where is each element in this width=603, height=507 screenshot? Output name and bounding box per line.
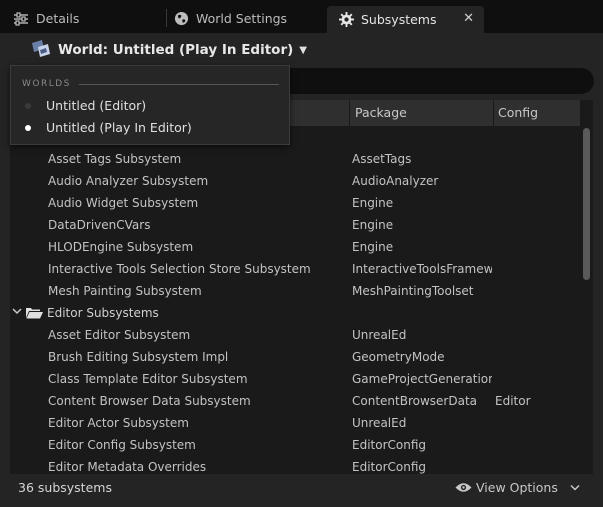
table-row[interactable]: Content Browser Data Subsystem ContentBr… [10,390,580,412]
category-row[interactable]: Editor Subsystems [10,302,580,324]
subsystem-config [495,280,575,302]
close-icon[interactable]: ✕ [463,11,474,26]
tab-subsystems[interactable]: Subsystems ✕ [327,6,484,33]
world-option-label: Untitled (Play In Editor) [46,120,192,135]
column-divider[interactable] [349,100,350,126]
tab-world-settings-label: World Settings [196,11,288,26]
tab-details-label: Details [36,11,80,26]
tab-separator [166,9,167,27]
subsystem-name: Class Template Editor Subsystem [48,372,248,386]
subsystem-package: ContentBrowserData [352,394,478,408]
subsystem-name: Audio Analyzer Subsystem [48,174,209,188]
table-row[interactable]: DataDrivenCVars Engine [10,214,580,236]
globe-icon [172,10,190,28]
subsystem-package: GameProjectGeneration [352,372,492,386]
chevron-down-icon [570,484,580,491]
table-row[interactable]: Class Template Editor Subsystem GameProj… [10,368,580,390]
subsystem-package: AssetTags [352,152,412,166]
subsystem-package: UnrealEd [352,328,407,342]
table-row[interactable]: Audio Widget Subsystem Engine [10,192,580,214]
subsystem-config [495,170,575,192]
category-label: Editor Subsystems [47,306,159,320]
subsystem-config: Editor [495,394,531,408]
subsystem-count: 36 subsystems [18,480,112,495]
table-row[interactable]: Mesh Painting Subsystem MeshPaintingTool… [10,280,580,302]
subsystem-name: Editor Metadata Overrides [48,460,207,474]
vertical-scrollbar[interactable] [583,128,590,280]
world-icon [30,39,52,62]
world-option-editor[interactable]: Untitled (Editor) [11,95,289,117]
divider [79,84,279,85]
subsystem-config [495,214,575,236]
subsystem-config [495,192,575,214]
search-input[interactable] [268,68,594,94]
subsystem-package: Engine [352,218,394,232]
worlds-dropdown: WORLDS Untitled (Editor) Untitled (Play … [10,65,290,145]
table-row[interactable]: HLODEngine Subsystem Engine [10,236,580,258]
worlds-heading: WORLDS [22,79,71,89]
table-row[interactable]: Audio Analyzer Subsystem AudioAnalyzer [10,170,580,192]
subsystem-package: EditorConfig [352,460,427,474]
folder-open-icon [26,307,43,322]
eye-icon [455,482,472,493]
radio-dot-selected-icon [25,125,31,131]
subsystem-config [495,434,575,456]
caret-down-icon: ▼ [299,44,307,56]
world-option-play-in-editor[interactable]: Untitled (Play In Editor) [11,117,289,139]
subsystem-name: Brush Editing Subsystem Impl [48,350,229,364]
column-divider[interactable] [493,100,494,126]
table-row[interactable]: Brush Editing Subsystem Impl GeometryMod… [10,346,580,368]
subsystem-name: DataDrivenCVars [48,218,151,232]
subsystem-config [495,258,575,280]
subsystem-name: Content Browser Data Subsystem [48,394,251,408]
subsystem-config [495,346,575,368]
subsystem-name: Interactive Tools Selection Store Subsys… [48,262,311,276]
subsystem-package: AudioAnalyzer [352,174,439,188]
subsystem-package: UnrealEd [352,416,407,430]
table-row[interactable]: Editor Actor Subsystem UnrealEd [10,412,580,434]
subsystem-name: Editor Actor Subsystem [48,416,189,430]
table-row[interactable]: Editor Metadata Overrides EditorConfig [10,456,580,474]
subsystem-name: Audio Widget Subsystem [48,196,199,210]
world-option-label: Untitled (Editor) [46,98,147,113]
column-header-package[interactable]: Package [355,100,407,126]
subsystem-config [495,456,575,474]
sliders-icon [12,10,30,28]
chevron-down-icon[interactable] [12,302,22,324]
subsystem-name: Editor Config Subsystem [48,438,196,452]
subsystem-name: Asset Editor Subsystem [48,328,191,342]
subsystem-package: InteractiveToolsFrameworl [352,262,492,276]
radio-dot-icon [25,103,31,109]
subsystem-package: MeshPaintingToolset [352,284,474,298]
subsystem-package: EditorConfig [352,438,427,452]
subsystem-config [495,236,575,258]
world-selector-label: World: Untitled (Play In Editor) [58,42,294,58]
tab-bar: Details World Settings Subsystems ✕ [0,0,603,33]
view-options-button[interactable]: View Options [455,480,580,495]
table-row[interactable]: Interactive Tools Selection Store Subsys… [10,258,580,280]
tab-subsystems-label: Subsystems [361,12,437,27]
subsystem-name: HLODEngine Subsystem [48,240,194,254]
subsystem-package: Engine [352,196,394,210]
table-row[interactable]: Asset Editor Subsystem UnrealEd [10,324,580,346]
subsystem-config [495,412,575,434]
world-selector[interactable]: World: Untitled (Play In Editor) ▼ [30,38,307,62]
tab-details[interactable]: Details [12,6,79,31]
gear-icon [337,11,355,29]
tab-world-settings[interactable]: World Settings [172,6,287,31]
table-row[interactable]: Editor Config Subsystem EditorConfig [10,434,580,456]
subsystem-package: GeometryMode [352,350,445,364]
subsystem-config [495,148,575,170]
view-options-label: View Options [476,480,558,495]
column-header-config[interactable]: Config [498,100,538,126]
subsystem-name: Mesh Painting Subsystem [48,284,202,298]
table-row[interactable]: Asset Tags Subsystem AssetTags [10,148,580,170]
subsystem-config [495,324,575,346]
subsystem-name: Asset Tags Subsystem [48,152,182,166]
subsystem-config [495,368,575,390]
subsystem-package: Engine [352,240,394,254]
